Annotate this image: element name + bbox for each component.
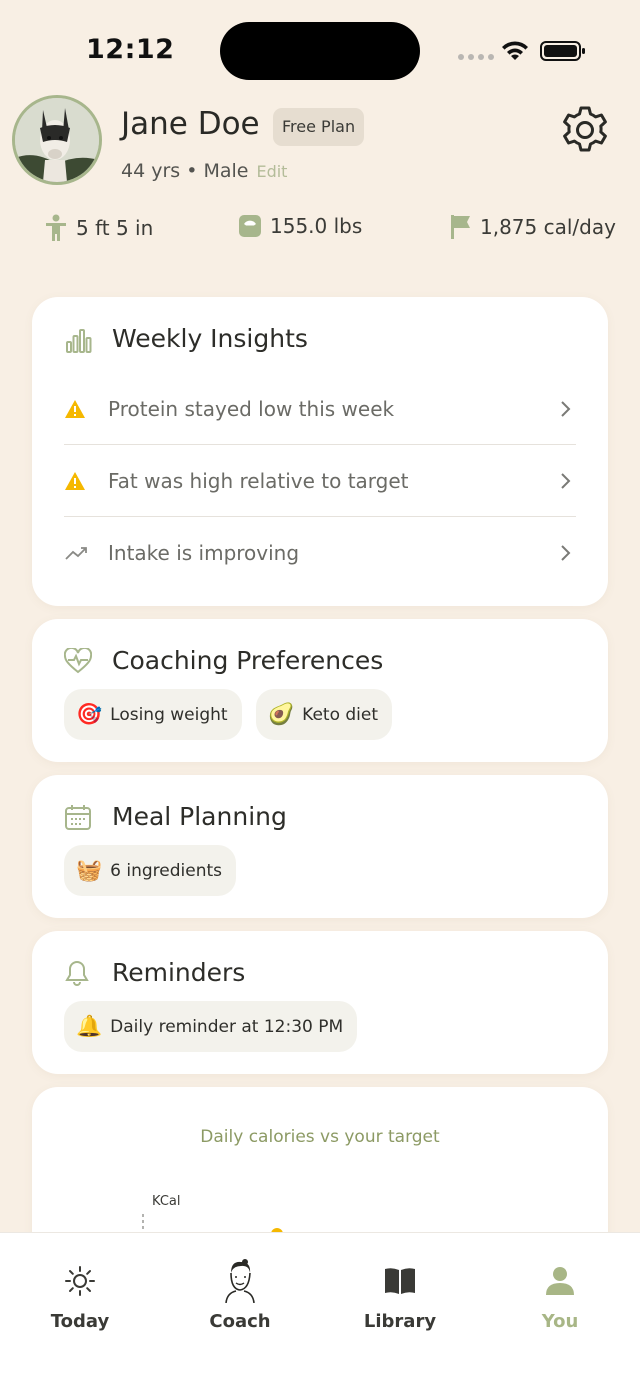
dynamic-island (220, 22, 420, 80)
height-value: 5 ft 5 in (76, 216, 154, 240)
tab-label: Today (50, 1311, 110, 1332)
chevron-right-icon (561, 545, 571, 561)
flag-icon (451, 215, 470, 239)
card-title: Weekly Insights (112, 324, 308, 353)
warning-icon (65, 400, 85, 418)
coach-avatar-icon (225, 1259, 255, 1303)
chip-label: Losing weight (110, 704, 228, 725)
user-name: Jane Doe (121, 106, 260, 142)
insight-row[interactable]: Intake is improving (64, 517, 576, 589)
insight-label: Protein stayed low this week (108, 397, 395, 421)
trend-up-icon (65, 547, 87, 560)
coaching-preferences-card[interactable]: Coaching Preferences 🎯 Losing weight 🥑 K… (32, 619, 608, 762)
bar-chart-icon (66, 329, 92, 353)
reminder-chip[interactable]: 🔔 Daily reminder at 12:30 PM (64, 1001, 358, 1052)
weekly-insights-card: Weekly Insights Protein stayed low this … (32, 297, 608, 606)
warning-icon (65, 472, 85, 490)
cellular-signal-icon (458, 54, 494, 60)
insight-label: Fat was high relative to target (108, 469, 409, 493)
chart-ylabel: KCal (152, 1194, 181, 1209)
tab-library[interactable]: Library (320, 1233, 480, 1343)
status-time: 12:12 (86, 34, 175, 65)
calorie-target-value: 1,875 cal/day (480, 215, 616, 239)
insight-label: Intake is improving (108, 541, 300, 565)
battery-icon (540, 41, 585, 61)
heart-pulse-icon (64, 648, 92, 674)
wifi-icon (502, 41, 528, 60)
preference-chip[interactable]: 🎯 Losing weight (64, 689, 242, 740)
basket-icon: 🧺 (76, 858, 103, 882)
meal-planning-card[interactable]: Meal Planning 🧺 6 ingredients (32, 775, 608, 918)
person-height-icon (46, 214, 66, 241)
chart-caption: Daily calories vs your target (200, 1127, 440, 1147)
weight-value: 155.0 lbs (270, 214, 363, 238)
tab-today[interactable]: Today (0, 1233, 160, 1343)
user-age-sex: 44 yrs • Male (121, 160, 249, 182)
profile-screen: 12:12 Jane Doe Free Plan 44 yrs • Male Ed… (0, 0, 640, 1391)
insight-row[interactable]: Protein stayed low this week (64, 373, 576, 445)
avocado-icon: 🥑 (268, 702, 295, 726)
tab-label: Coach (209, 1311, 271, 1332)
scale-icon (239, 215, 261, 237)
chevron-right-icon (561, 473, 571, 489)
avatar[interactable] (12, 95, 102, 185)
chip-label: Keto diet (302, 704, 379, 725)
llama-avatar-icon (15, 98, 99, 182)
card-title: Meal Planning (112, 802, 287, 831)
bell-icon (65, 960, 89, 986)
user-meta: 44 yrs • Male Edit (121, 160, 287, 182)
insight-row[interactable]: Fat was high relative to target (64, 445, 576, 517)
chip-label: Daily reminder at 12:30 PM (110, 1016, 344, 1037)
gear-icon[interactable] (558, 103, 612, 157)
preference-chip[interactable]: 🥑 Keto diet (256, 689, 393, 740)
height-stat: 5 ft 5 in (44, 214, 153, 242)
weight-stat: 155.0 lbs (238, 214, 362, 238)
person-icon (546, 1267, 574, 1295)
tab-coach[interactable]: Coach (160, 1233, 320, 1343)
tab-label: You (541, 1311, 579, 1332)
ingredients-chip[interactable]: 🧺 6 ingredients (64, 845, 237, 896)
tab-bar: Today Coach Library You (0, 1232, 640, 1391)
card-title: Coaching Preferences (112, 646, 384, 675)
calorie-target-stat: 1,875 cal/day (450, 214, 616, 240)
edit-profile-link[interactable]: Edit (256, 162, 287, 181)
plan-badge[interactable]: Free Plan (273, 108, 365, 146)
reminders-card[interactable]: Reminders 🔔 Daily reminder at 12:30 PM (32, 931, 608, 1074)
book-icon (385, 1268, 415, 1294)
sun-icon (65, 1266, 95, 1296)
chip-label: 6 ingredients (110, 860, 223, 881)
calendar-icon (65, 805, 91, 830)
tab-you[interactable]: You (480, 1233, 640, 1343)
card-title: Reminders (112, 958, 246, 987)
tab-label: Library (363, 1311, 437, 1332)
bell-emoji-icon: 🔔 (76, 1014, 103, 1038)
chevron-right-icon (561, 401, 571, 417)
target-icon: 🎯 (76, 702, 103, 726)
